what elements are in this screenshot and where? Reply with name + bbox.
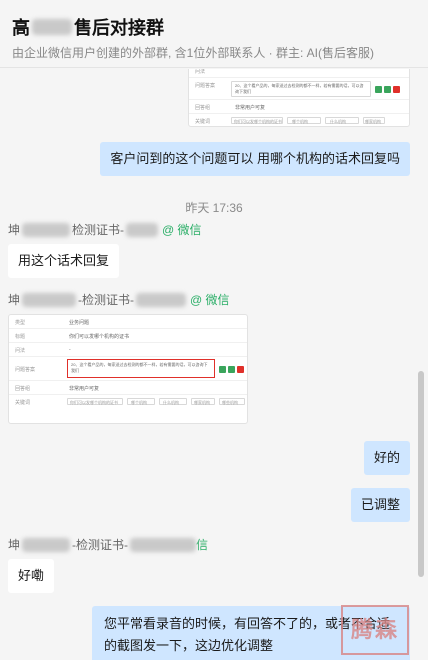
shot-value: 20、这个看产品的，每家送过去检测的都不一样，若有需要的话，可以咨询下我们	[71, 362, 208, 373]
chat-scrollbar[interactable]	[418, 371, 424, 577]
keyword-chip: 你们可以发哪个机构的证书	[67, 398, 123, 405]
wechat-tag: @ 微信	[162, 223, 202, 237]
keyword-chip: 哪些机构	[219, 398, 245, 405]
shot-value: 你们可以发哪个机构的证书	[69, 334, 130, 340]
shot-row: 问法 -	[9, 343, 247, 357]
shot-value: 20、这个看产品的，每家送过去检测的都不一样，若有需要的话，可以咨询下我们	[235, 83, 364, 94]
shot-key: 回答组	[195, 105, 211, 111]
sender-mid: -检测证书-	[72, 538, 129, 552]
redacted-name-block	[136, 292, 187, 307]
shot-row: 关键词 你们可以发哪个机构的证书 哪个机构 什么机构 哪家机构	[189, 114, 409, 126]
sender-name: 坤 -检测证书- @ 微信	[8, 291, 230, 308]
redacted-name-block	[126, 222, 159, 237]
image-message-top[interactable]: 问法 问题答案 20、这个看产品的，每家送过去检测的都不一样，若有需要的话，可以…	[188, 69, 410, 127]
message-bubble-incoming[interactable]: 好嘞	[8, 559, 55, 593]
shot-key: 类型	[15, 320, 26, 326]
message-text: 用这个话术回复	[18, 253, 110, 268]
message-bubble-outgoing[interactable]: 好的	[363, 441, 410, 475]
message-bubble-outgoing[interactable]: 客户问到的这个问题可以 用哪个机构的话术回复吗	[100, 142, 410, 176]
group-title-prefix: 高	[12, 18, 30, 38]
group-subtitle: 由企业微信用户创建的外部群, 含1位外部联系人 · 群主: AI(售后客服)	[12, 46, 375, 60]
green-copy-icon	[384, 86, 391, 93]
sender-mid: 检测证书-	[72, 223, 125, 237]
green-edit-icon	[219, 366, 226, 373]
keyword-chip: 你们可以发哪个机构的证书	[231, 117, 283, 124]
message-text: 好的	[373, 450, 400, 465]
image-message-screenshot[interactable]: 类型 业务问题 标题 你们可以发哪个机构的证书 问法 - 问题答案 20、这个看产品的…	[8, 314, 248, 424]
shot-value: -	[69, 347, 71, 353]
redacted-name-block	[22, 537, 71, 552]
chat-area[interactable]: 问法 问题答案 20、这个看产品的，每家送过去检测的都不一样，若有需要的话，可以…	[0, 69, 428, 660]
shot-row: 关键词 你们可以发哪个机构的证书 哪个机构 什么机构 哪家机构 哪些机构	[9, 395, 247, 411]
keyword-chip: 哪个机构	[127, 398, 155, 405]
shot-value: 非常用户可复	[69, 386, 100, 392]
shot-value: 业务问题	[69, 320, 90, 326]
shot-row: 问法	[189, 69, 409, 78]
keyword-chip: 哪个机构	[287, 117, 321, 124]
keyword-chip: 什么机构	[325, 117, 359, 124]
sender-mid: -检测证书-	[78, 293, 135, 307]
green-copy-icon	[228, 366, 235, 373]
wechat-tag: @ 微信	[190, 293, 230, 307]
shot-row: 回答组 非常用户可复	[189, 100, 409, 114]
shot-key: 问题答案	[15, 367, 36, 373]
shot-row: 问题答案 20、这个看产品的，每家送过去检测的都不一样，若有需要的话，可以咨询下…	[189, 78, 409, 100]
keyword-chip: 什么机构	[159, 398, 187, 405]
shot-key: 关键词	[195, 119, 211, 125]
redacted-name-block	[130, 537, 197, 552]
group-title[interactable]: 高 售后对接群	[12, 14, 428, 40]
sender-name: 坤 检测证书- @ 微信	[8, 221, 202, 238]
redacted-name-block	[22, 222, 71, 237]
shot-key: 问法	[195, 69, 206, 75]
shot-value: 非常用户可复	[235, 105, 266, 111]
message-text: 客户问到的这个问题可以 用哪个机构的话术回复吗	[110, 151, 400, 166]
red-delete-icon	[393, 86, 400, 93]
sender-name: 坤 -检测证书- 信	[8, 536, 208, 553]
shot-row: 回答组 非常用户可复	[9, 381, 247, 395]
sender-prefix: 坤	[8, 223, 21, 237]
message-bubble-outgoing[interactable]: 已调整	[350, 488, 410, 522]
shot-row: 标题 你们可以发哪个机构的证书	[9, 329, 247, 343]
sender-prefix: 坤	[8, 538, 21, 552]
red-delete-icon	[237, 366, 244, 373]
wechat-tag: 信	[196, 538, 209, 552]
message-text: 已调整	[360, 497, 400, 512]
shot-row: 问题答案 20、这个看产品的，每家送过去检测的都不一样，若有需要的话，可以咨询下…	[9, 357, 247, 381]
shot-key: 标题	[15, 334, 26, 340]
green-edit-icon	[375, 86, 382, 93]
group-title-suffix: 售后对接群	[74, 18, 164, 38]
shot-key: 问题答案	[195, 83, 216, 89]
shot-key: 回答组	[15, 386, 31, 392]
message-bubble-incoming[interactable]: 用这个话术回复	[8, 244, 120, 278]
redacted-name-block	[22, 292, 77, 307]
watermark-stamp: 腾森	[341, 605, 409, 655]
keyword-chip: 哪家机构	[191, 398, 215, 405]
shot-key: 问法	[15, 348, 26, 354]
redacted-name-block	[32, 19, 72, 35]
keyword-chip: 哪家机构	[363, 117, 385, 124]
shot-row: 类型 业务问题	[9, 315, 247, 329]
shot-key: 关键词	[15, 400, 31, 406]
sender-prefix: 坤	[8, 293, 21, 307]
chat-header: 高 售后对接群 由企业微信用户创建的外部群, 含1位外部联系人 · 群主: AI…	[0, 0, 428, 68]
message-text: 好嘞	[18, 568, 45, 583]
timestamp: 昨天 17:36	[185, 201, 243, 215]
